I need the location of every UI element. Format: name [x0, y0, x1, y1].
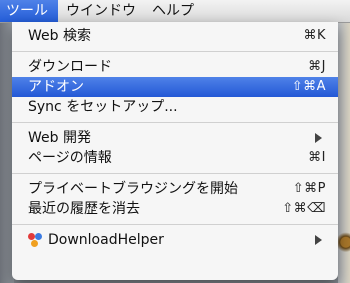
menu-separator	[12, 173, 338, 174]
menu-item-shortcut: ⇧⌘P	[292, 181, 326, 196]
menu-separator	[12, 224, 338, 225]
menu-item-private-browsing[interactable]: プライベートブラウジングを開始 ⇧⌘P	[12, 179, 338, 199]
menubar-tools[interactable]: ツール	[0, 0, 58, 22]
menu-item-label: Sync をセットアップ...	[28, 99, 178, 115]
menu-item-shortcut: ⌘K	[303, 28, 326, 43]
menu-item-label: プライベートブラウジングを開始	[28, 181, 238, 197]
menu-item-label: DownloadHelper	[48, 232, 164, 248]
menu-item-shortcut: ⌘I	[308, 150, 326, 165]
menubar-window[interactable]: ウインドウ	[58, 0, 144, 22]
menu-item-web-developer[interactable]: Web 開発	[12, 128, 338, 148]
submenu-arrow-icon	[315, 133, 322, 143]
menu-item-label: Web 開発	[28, 130, 91, 146]
menu-item-shortcut: ⇧⌘⌫	[282, 201, 326, 216]
menu-item-label: アドオン	[28, 79, 84, 95]
menu-item-downloadhelper[interactable]: DownloadHelper	[12, 230, 338, 250]
menu-item-label: 最近の履歴を消去	[28, 201, 140, 217]
background-decoration	[336, 215, 350, 283]
menu-item-sync-setup[interactable]: Sync をセットアップ...	[12, 97, 338, 117]
menubar-help[interactable]: ヘルプ	[144, 0, 202, 22]
menu-item-label: ダウンロード	[28, 59, 112, 75]
menu-separator	[12, 51, 338, 52]
menu-item-label: Web 検索	[28, 28, 91, 44]
submenu-arrow-icon	[315, 235, 322, 245]
menu-bar: ツール ウインドウ ヘルプ	[0, 0, 350, 23]
downloadhelper-icon	[28, 233, 42, 247]
menu-separator	[12, 122, 338, 123]
menu-item-shortcut: ⌘J	[308, 59, 326, 74]
menu-item-downloads[interactable]: ダウンロード ⌘J	[12, 57, 338, 77]
menu-item-addons[interactable]: アドオン ⇧⌘A	[12, 77, 338, 97]
menu-item-label: ページの情報	[28, 150, 112, 166]
menu-item-clear-history[interactable]: 最近の履歴を消去 ⇧⌘⌫	[12, 199, 338, 219]
tools-menu: Web 検索 ⌘K ダウンロード ⌘J アドオン ⇧⌘A Sync をセットアッ…	[12, 22, 338, 280]
menu-item-shortcut: ⇧⌘A	[291, 79, 326, 94]
menu-item-page-info[interactable]: ページの情報 ⌘I	[12, 148, 338, 168]
menu-item-web-search[interactable]: Web 検索 ⌘K	[12, 26, 338, 46]
